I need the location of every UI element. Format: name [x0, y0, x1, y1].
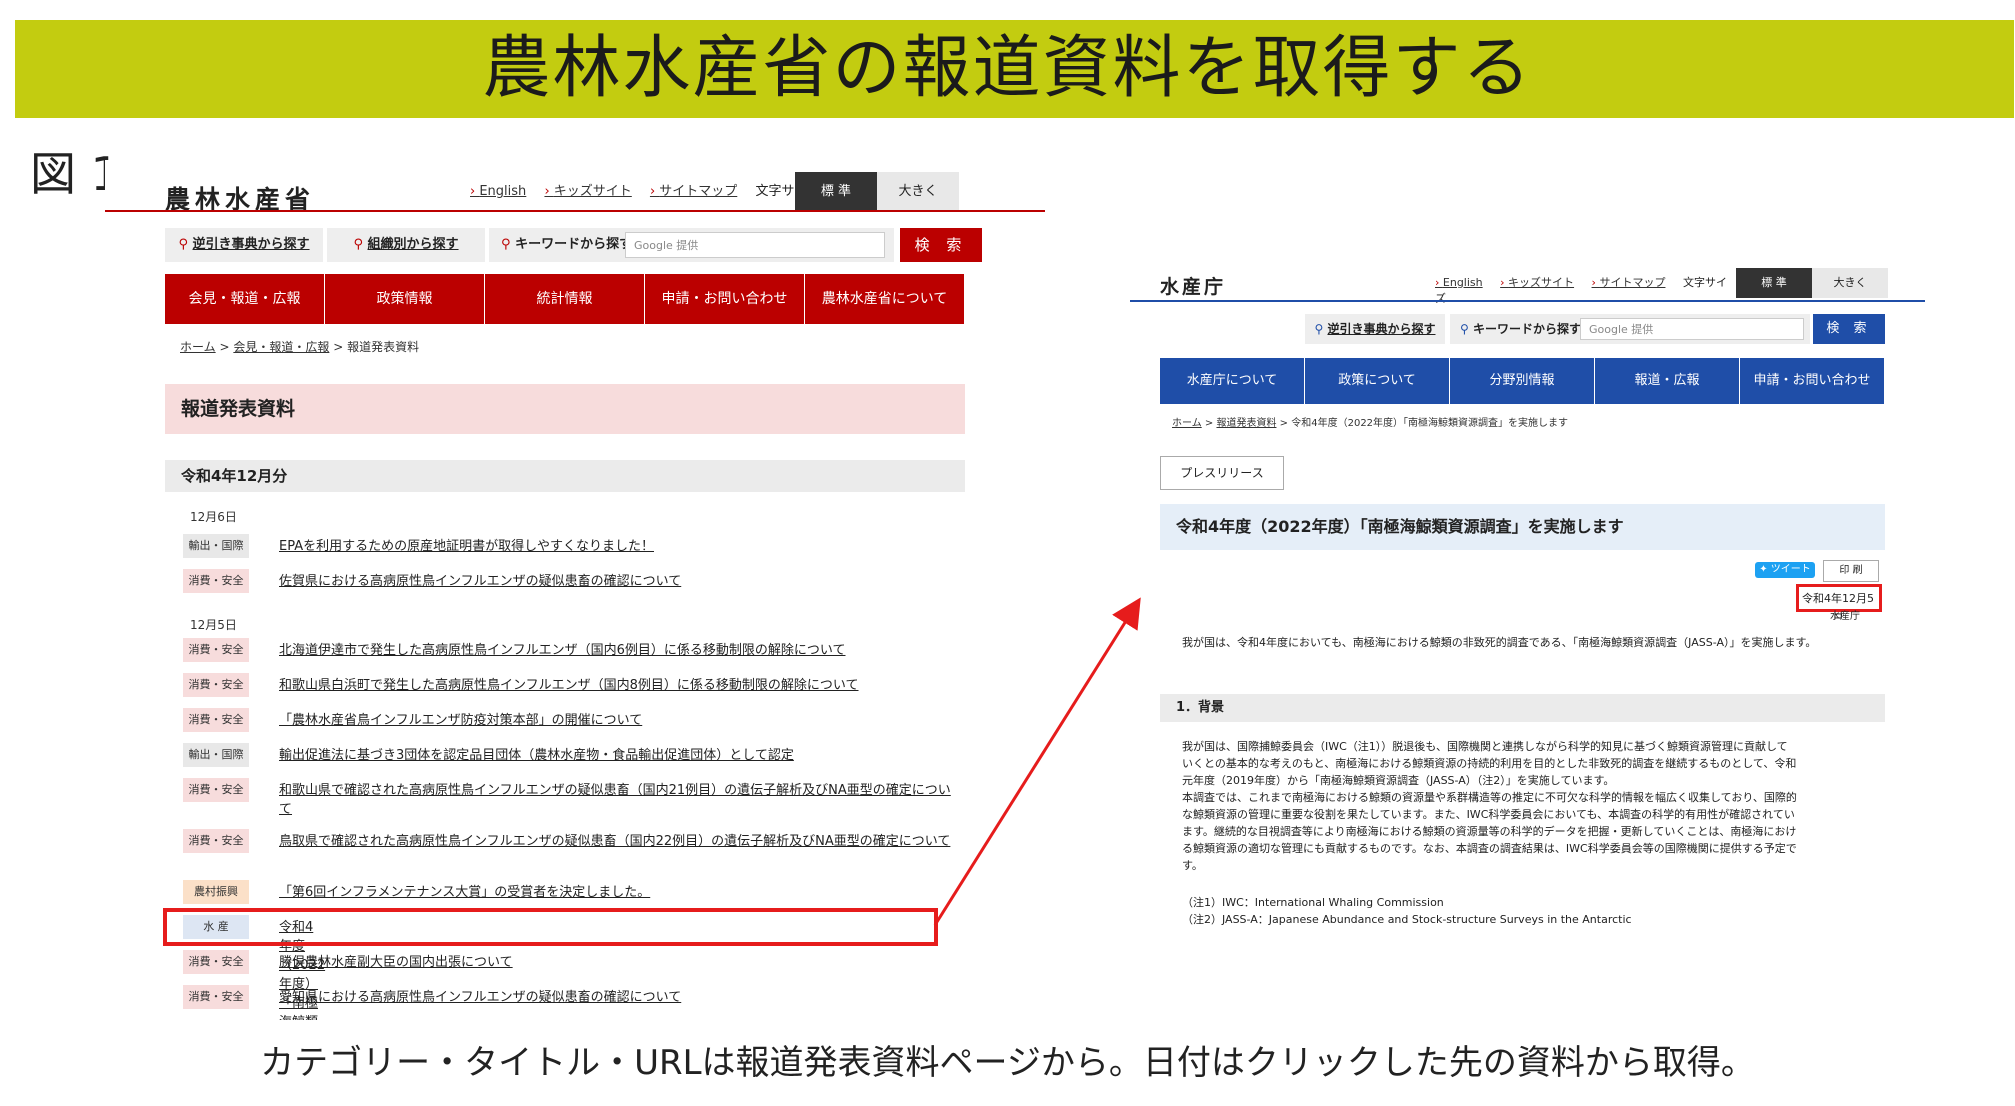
- connector-arrow: [933, 597, 1141, 926]
- connector-arrow-layer: [933, 597, 1141, 926]
- slide-caption: カテゴリー・タイトル・URLは報道発表資料ページから。日付はクリックした先の資料…: [260, 1043, 1755, 1083]
